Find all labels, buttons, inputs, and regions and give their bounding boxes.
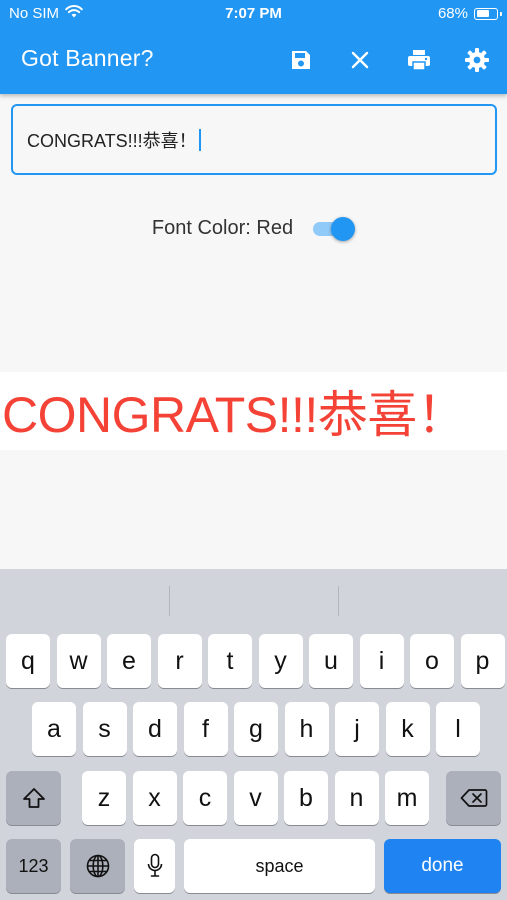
- key-p[interactable]: p: [460, 634, 505, 688]
- battery-percent: 68%: [437, 5, 468, 22]
- settings-gear-icon: [465, 48, 489, 72]
- font-color-switch[interactable]: [311, 217, 356, 241]
- clear-button[interactable]: [343, 44, 377, 76]
- print-icon: [408, 50, 430, 71]
- key-c[interactable]: c: [183, 771, 227, 825]
- shift-icon: [22, 788, 45, 808]
- close-icon: [351, 51, 369, 69]
- space-key[interactable]: space: [184, 839, 375, 893]
- on-screen-keyboard: qwertyuiop asdfghjkl zxcvbnm 123 space d…: [0, 569, 507, 900]
- key-g[interactable]: g: [234, 702, 278, 756]
- font-color-row: Font Color: Red: [0, 210, 507, 246]
- dictation-key[interactable]: [134, 839, 175, 893]
- key-b[interactable]: b: [284, 771, 328, 825]
- microphone-icon: [147, 853, 162, 877]
- backspace-icon: [460, 789, 487, 807]
- banner-text-input-value: CONGRATS!!!恭喜！: [27, 130, 197, 151]
- battery-indicator: 68%: [437, 5, 502, 22]
- backspace-key[interactable]: [446, 771, 501, 825]
- app-bar: No SIM 7:07 PM 68% Got Banner?: [0, 0, 507, 94]
- page-title: Got Banner?: [21, 45, 154, 71]
- key-v[interactable]: v: [233, 771, 278, 825]
- key-j[interactable]: j: [335, 702, 379, 756]
- key-e[interactable]: e: [107, 634, 151, 688]
- app-screen: No SIM 7:07 PM 68% Got Banner? CONGRATS!…: [0, 0, 507, 900]
- text-caret: [198, 128, 201, 151]
- numbers-key[interactable]: 123: [6, 839, 61, 893]
- clock: 7:07 PM: [225, 5, 282, 22]
- suggestion-divider: [169, 586, 170, 616]
- print-button[interactable]: [402, 44, 436, 76]
- key-y[interactable]: y: [258, 634, 303, 688]
- key-t[interactable]: t: [208, 634, 252, 688]
- key-w[interactable]: w: [56, 634, 101, 688]
- status-bar: No SIM 7:07 PM 68%: [0, 0, 507, 28]
- key-h[interactable]: h: [284, 702, 329, 756]
- banner-preview-text: CONGRATS!!!恭喜！: [2, 387, 467, 443]
- key-o[interactable]: o: [410, 634, 454, 688]
- suggestion-divider: [338, 586, 339, 616]
- key-d[interactable]: d: [133, 702, 177, 756]
- banner-preview: CONGRATS!!!恭喜！: [0, 372, 507, 450]
- banner-text-input[interactable]: CONGRATS!!!恭喜！: [11, 104, 497, 175]
- save-button[interactable]: [284, 44, 318, 76]
- key-n[interactable]: n: [334, 771, 379, 825]
- battery-level-fill: [476, 10, 489, 17]
- globe-icon: [86, 854, 109, 878]
- settings-button[interactable]: [460, 44, 494, 76]
- shift-key[interactable]: [6, 771, 61, 825]
- key-i[interactable]: i: [359, 634, 404, 688]
- globe-key[interactable]: [70, 839, 125, 893]
- save-icon: [292, 51, 310, 69]
- switch-thumb: [331, 217, 356, 241]
- key-r[interactable]: r: [157, 634, 202, 688]
- battery-icon: [474, 7, 502, 20]
- key-f[interactable]: f: [183, 702, 228, 756]
- key-x[interactable]: x: [132, 771, 177, 825]
- key-k[interactable]: k: [385, 702, 430, 756]
- key-m[interactable]: m: [385, 771, 429, 825]
- key-l[interactable]: l: [436, 702, 480, 756]
- predictive-bar: [0, 569, 507, 631]
- done-key[interactable]: done: [384, 839, 501, 893]
- key-a[interactable]: a: [32, 702, 76, 756]
- key-z[interactable]: z: [82, 771, 126, 825]
- key-s[interactable]: s: [82, 702, 127, 756]
- key-u[interactable]: u: [309, 634, 353, 688]
- font-color-label: Font Color: Red: [151, 216, 294, 239]
- key-q[interactable]: q: [6, 634, 50, 688]
